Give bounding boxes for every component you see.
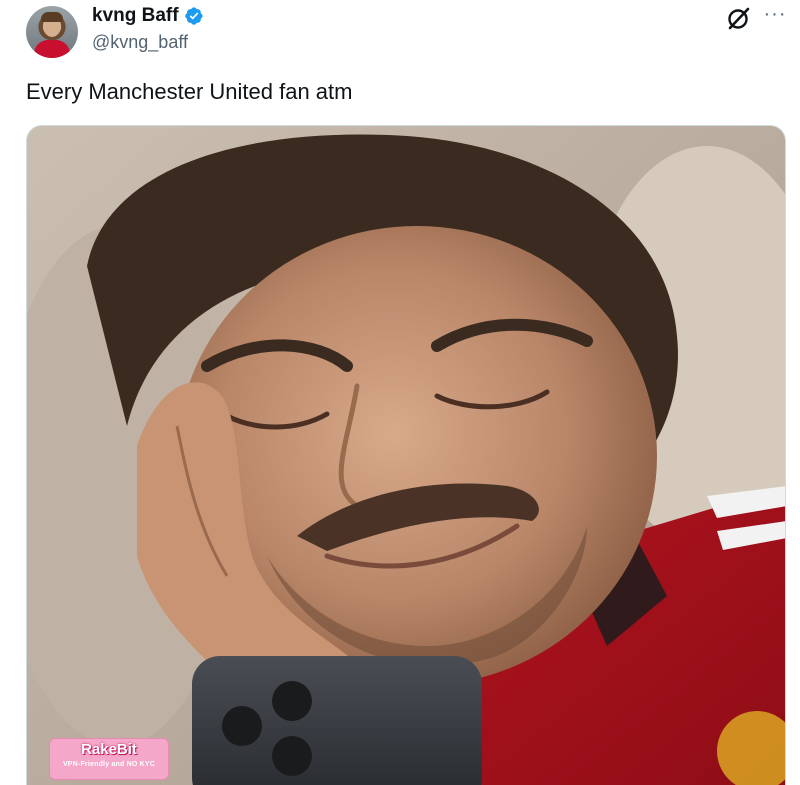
- display-name[interactable]: kvng Baff: [92, 5, 179, 27]
- tweet-text: Every Manchester United fan atm: [26, 79, 353, 104]
- tweet-media-image[interactable]: RakeBit VPN-Friendly and NO KYC: [26, 125, 786, 785]
- verified-badge-icon: [184, 7, 203, 25]
- watermark-brand: RakeBit: [81, 741, 137, 758]
- grok-icon[interactable]: [724, 5, 752, 33]
- handle[interactable]: @kvng_baff: [92, 32, 204, 53]
- more-icon[interactable]: ···: [762, 4, 788, 24]
- watermark-logo: RakeBit VPN-Friendly and NO KYC: [49, 738, 169, 780]
- watermark-tagline: VPN-Friendly and NO KYC: [62, 761, 156, 768]
- tweet: kvng Baff @kvng_baff ··· Every Mancheste…: [0, 0, 800, 785]
- photo-illustration: [27, 126, 785, 785]
- author-info: kvng Baff @kvng_baff: [92, 4, 204, 53]
- avatar[interactable]: [26, 6, 78, 58]
